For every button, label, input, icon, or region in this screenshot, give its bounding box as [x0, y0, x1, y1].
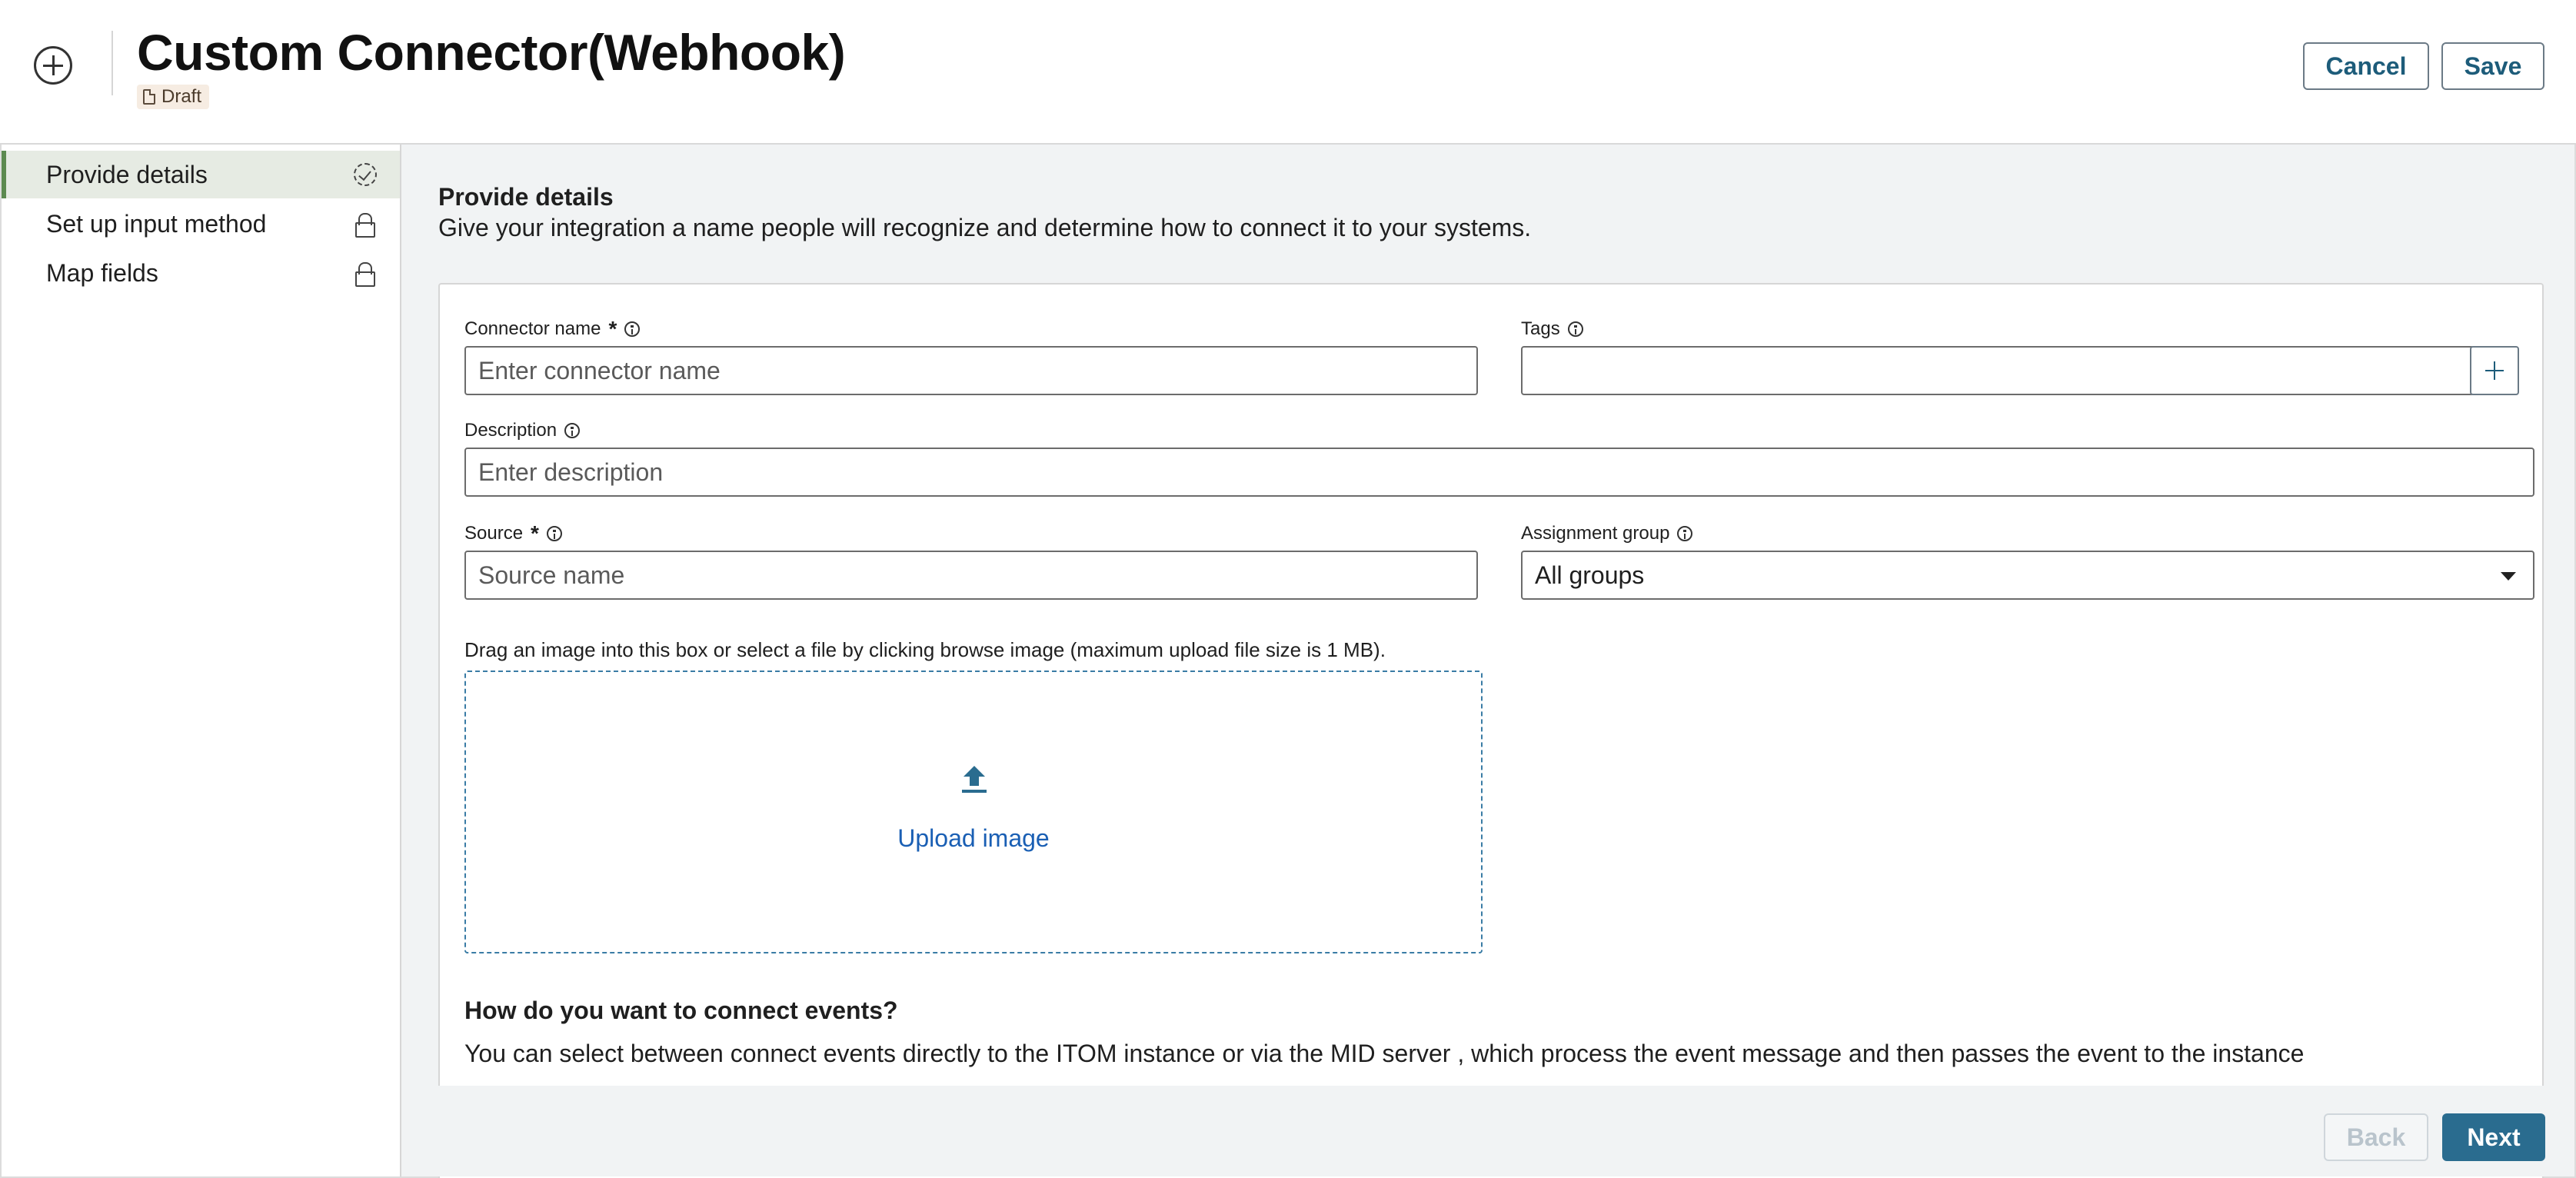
- sidebar-item-set-up-input-method[interactable]: Set up input method: [2, 200, 400, 248]
- connector-name-input[interactable]: [464, 346, 1478, 395]
- required-asterisk: *: [531, 521, 539, 545]
- dashed-check-circle-icon: [354, 163, 377, 186]
- connect-events-description: You can select between connect events di…: [464, 1040, 2305, 1067]
- info-icon[interactable]: [546, 526, 562, 541]
- cancel-button[interactable]: Cancel: [2303, 42, 2429, 90]
- source-label: Source *: [464, 523, 562, 544]
- required-asterisk: *: [608, 317, 617, 341]
- upload-image-link[interactable]: Upload image: [466, 824, 1481, 853]
- image-dropzone[interactable]: Upload image: [464, 671, 1483, 953]
- connect-events-title: How do you want to connect events?: [464, 997, 898, 1024]
- info-icon[interactable]: [1567, 321, 1583, 337]
- document-icon: [143, 89, 155, 105]
- status-badge: Draft: [137, 85, 210, 109]
- back-button[interactable]: Back: [2324, 1113, 2428, 1161]
- upload-hint: Drag an image into this box or select a …: [464, 638, 1386, 661]
- add-tag-button[interactable]: [2470, 346, 2519, 395]
- header-divider: [111, 31, 113, 95]
- status-badge-label: Draft: [161, 86, 202, 107]
- description-label-text: Description: [464, 420, 557, 441]
- description-input[interactable]: [464, 448, 2534, 497]
- lock-icon: [354, 261, 377, 287]
- sidebar-item-map-fields[interactable]: Map fields: [2, 249, 400, 297]
- tags-label: Tags: [1521, 318, 1583, 340]
- assignment-group-label: Assignment group: [1521, 523, 1693, 544]
- sidebar-item-label: Provide details: [46, 160, 208, 188]
- plus-circle-icon[interactable]: [34, 46, 72, 85]
- source-input[interactable]: [464, 551, 1478, 600]
- info-icon[interactable]: [1677, 526, 1693, 541]
- steps-sidebar: Provide details Set up input method Map …: [2, 145, 401, 1176]
- details-form-card: Connector name * Tags Description Source…: [438, 283, 2544, 1178]
- tags-label-text: Tags: [1521, 318, 1560, 339]
- save-button[interactable]: Save: [2441, 42, 2544, 90]
- page-title: Custom Connector(Webhook): [137, 24, 846, 81]
- section-subtitle: Give your integration a name people will…: [438, 214, 1532, 241]
- source-label-text: Source: [464, 523, 524, 544]
- main-content: Provide details Give your integration a …: [401, 145, 2574, 1178]
- description-label: Description: [464, 420, 581, 441]
- assignment-group-select[interactable]: All groups: [1521, 551, 2534, 600]
- next-button[interactable]: Next: [2442, 1113, 2545, 1161]
- tags-input[interactable]: [1521, 346, 2474, 395]
- assignment-group-label-text: Assignment group: [1521, 523, 1670, 544]
- sidebar-item-provide-details[interactable]: Provide details: [2, 151, 400, 198]
- sidebar-item-label: Set up input method: [46, 209, 267, 238]
- info-icon[interactable]: [564, 423, 581, 438]
- page-header: Custom Connector(Webhook) Draft Cancel S…: [0, 0, 2576, 145]
- info-icon[interactable]: [624, 321, 641, 337]
- assignment-group-value: All groups: [1535, 561, 1645, 589]
- connector-name-label: Connector name *: [464, 317, 641, 341]
- upload-icon: [962, 766, 987, 793]
- section-title: Provide details: [438, 183, 614, 211]
- sidebar-item-label: Map fields: [46, 258, 158, 287]
- wizard-footer: Back Next: [401, 1086, 2574, 1176]
- caret-down-icon: [2501, 572, 2516, 581]
- lock-icon: [354, 212, 377, 238]
- connector-name-label-text: Connector name: [464, 318, 601, 339]
